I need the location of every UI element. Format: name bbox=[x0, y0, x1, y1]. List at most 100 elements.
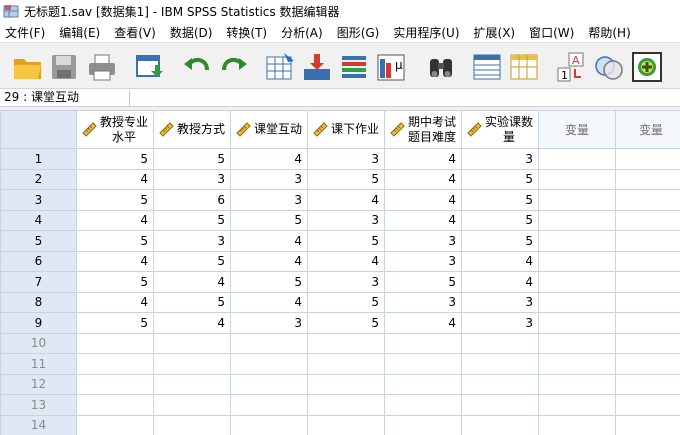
row-number[interactable]: 6 bbox=[0, 250, 77, 272]
empty-cell[interactable] bbox=[153, 394, 231, 416]
empty-cell[interactable] bbox=[615, 189, 680, 211]
data-cell[interactable]: 4 bbox=[76, 209, 154, 231]
empty-cell[interactable] bbox=[461, 353, 539, 375]
select-all-corner[interactable] bbox=[0, 110, 77, 149]
empty-cell[interactable] bbox=[153, 353, 231, 375]
empty-cell[interactable] bbox=[76, 414, 154, 435]
insert-cases-icon[interactable] bbox=[471, 51, 503, 83]
empty-cell[interactable] bbox=[615, 230, 680, 252]
menu-extensions[interactable]: 扩展(X) bbox=[473, 24, 517, 41]
find-binoculars-icon[interactable] bbox=[425, 51, 457, 83]
empty-cell[interactable] bbox=[384, 332, 462, 354]
data-cell[interactable]: 5 bbox=[307, 168, 385, 190]
data-cell[interactable]: 4 bbox=[230, 250, 308, 272]
empty-cell[interactable] bbox=[384, 394, 462, 416]
data-cell[interactable]: 5 bbox=[76, 230, 154, 252]
empty-cell[interactable] bbox=[538, 148, 616, 170]
row-number[interactable]: 3 bbox=[0, 189, 77, 211]
data-cell[interactable]: 5 bbox=[461, 168, 539, 190]
empty-cell[interactable] bbox=[384, 373, 462, 395]
data-cell[interactable]: 4 bbox=[230, 148, 308, 170]
data-cell[interactable]: 5 bbox=[307, 312, 385, 334]
data-cell[interactable]: 5 bbox=[461, 209, 539, 231]
data-cell[interactable]: 4 bbox=[384, 148, 462, 170]
data-cell[interactable]: 6 bbox=[153, 189, 231, 211]
empty-cell[interactable] bbox=[615, 271, 680, 293]
row-number[interactable]: 13 bbox=[0, 394, 77, 416]
variables-icon[interactable] bbox=[338, 51, 370, 83]
value-labels-icon[interactable]: A1 bbox=[555, 51, 587, 83]
empty-cell[interactable] bbox=[538, 250, 616, 272]
column-header[interactable]: 教授方式 bbox=[153, 110, 231, 149]
row-number[interactable]: 10 bbox=[0, 332, 77, 354]
menu-view[interactable]: 查看(V) bbox=[113, 24, 157, 41]
data-cell[interactable]: 4 bbox=[384, 168, 462, 190]
data-cell[interactable]: 4 bbox=[461, 271, 539, 293]
row-number[interactable]: 8 bbox=[0, 291, 77, 313]
data-cell[interactable]: 5 bbox=[461, 189, 539, 211]
data-cell[interactable]: 5 bbox=[307, 230, 385, 252]
data-cell[interactable]: 4 bbox=[230, 291, 308, 313]
empty-cell[interactable] bbox=[615, 209, 680, 231]
data-cell[interactable]: 3 bbox=[230, 168, 308, 190]
cell-value-input[interactable] bbox=[132, 90, 678, 106]
data-cell[interactable]: 3 bbox=[461, 148, 539, 170]
recall-dialog-icon[interactable] bbox=[133, 51, 165, 83]
empty-cell[interactable] bbox=[384, 353, 462, 375]
data-cell[interactable]: 4 bbox=[384, 312, 462, 334]
data-cell[interactable]: 5 bbox=[153, 209, 231, 231]
go-to-case-icon[interactable] bbox=[264, 51, 296, 83]
empty-cell[interactable] bbox=[461, 332, 539, 354]
row-number[interactable]: 12 bbox=[0, 373, 77, 395]
empty-cell[interactable] bbox=[153, 414, 231, 435]
row-number[interactable]: 1 bbox=[0, 148, 77, 170]
data-cell[interactable]: 5 bbox=[153, 148, 231, 170]
empty-cell[interactable] bbox=[230, 394, 308, 416]
empty-cell[interactable] bbox=[384, 414, 462, 435]
data-cell[interactable]: 3 bbox=[153, 230, 231, 252]
data-cell[interactable]: 4 bbox=[230, 230, 308, 252]
redo-icon[interactable] bbox=[218, 51, 250, 83]
data-cell[interactable]: 3 bbox=[461, 312, 539, 334]
data-cell[interactable]: 3 bbox=[384, 291, 462, 313]
row-number[interactable]: 11 bbox=[0, 353, 77, 375]
empty-cell[interactable] bbox=[230, 353, 308, 375]
data-cell[interactable]: 5 bbox=[76, 312, 154, 334]
empty-cell[interactable] bbox=[615, 250, 680, 272]
empty-cell[interactable] bbox=[307, 394, 385, 416]
data-cell[interactable]: 5 bbox=[76, 271, 154, 293]
data-cell[interactable]: 5 bbox=[76, 189, 154, 211]
data-cell[interactable]: 3 bbox=[384, 250, 462, 272]
empty-cell[interactable] bbox=[615, 373, 680, 395]
data-cell[interactable]: 3 bbox=[461, 291, 539, 313]
empty-cell[interactable] bbox=[230, 373, 308, 395]
data-cell[interactable]: 5 bbox=[307, 291, 385, 313]
empty-cell[interactable] bbox=[615, 168, 680, 190]
empty-cell[interactable] bbox=[307, 373, 385, 395]
empty-cell[interactable] bbox=[230, 332, 308, 354]
row-number[interactable]: 2 bbox=[0, 168, 77, 190]
data-cell[interactable]: 4 bbox=[461, 250, 539, 272]
go-to-variable-icon[interactable] bbox=[301, 51, 333, 83]
empty-cell[interactable] bbox=[76, 332, 154, 354]
empty-cell[interactable] bbox=[153, 373, 231, 395]
empty-cell[interactable] bbox=[615, 353, 680, 375]
menu-edit[interactable]: 编辑(E) bbox=[58, 24, 101, 41]
empty-cell[interactable] bbox=[538, 271, 616, 293]
data-cell[interactable]: 3 bbox=[307, 271, 385, 293]
data-cell[interactable]: 4 bbox=[76, 168, 154, 190]
empty-cell[interactable] bbox=[538, 168, 616, 190]
column-header-empty[interactable]: 变量 bbox=[538, 110, 616, 149]
data-cell[interactable]: 3 bbox=[384, 230, 462, 252]
menu-utilities[interactable]: 实用程序(U) bbox=[392, 24, 460, 41]
empty-cell[interactable] bbox=[307, 332, 385, 354]
run-descriptives-icon[interactable]: μ bbox=[375, 51, 407, 83]
insert-variable-icon[interactable] bbox=[508, 51, 540, 83]
empty-cell[interactable] bbox=[615, 312, 680, 334]
empty-cell[interactable] bbox=[615, 394, 680, 416]
data-cell[interactable]: 4 bbox=[153, 271, 231, 293]
row-number[interactable]: 9 bbox=[0, 312, 77, 334]
empty-cell[interactable] bbox=[538, 394, 616, 416]
empty-cell[interactable] bbox=[615, 414, 680, 435]
column-header-empty[interactable]: 变量 bbox=[615, 110, 680, 149]
